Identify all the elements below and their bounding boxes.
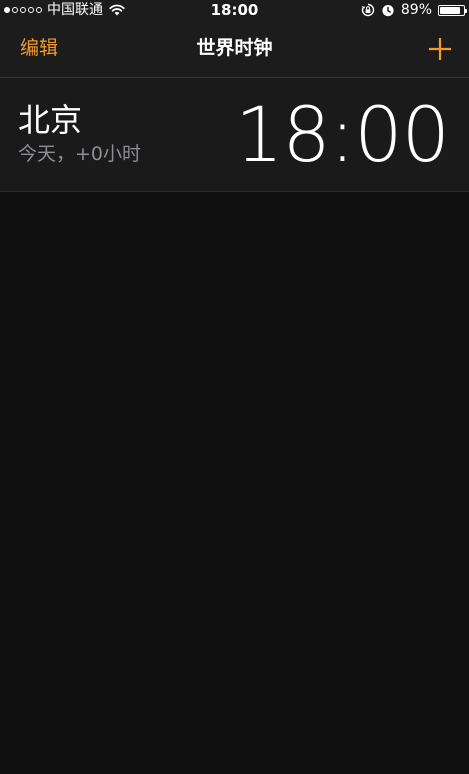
navigation-bar: 编辑 世界时钟	[0, 20, 469, 78]
time-offset: 今天，+0小时	[18, 143, 142, 165]
status-bar: 中国联通 18:00 89%	[0, 0, 469, 20]
clock-list-item[interactable]: 北京 今天，+0小时 18:00	[0, 78, 469, 192]
rotation-lock-icon	[361, 3, 375, 17]
battery-fill	[440, 6, 461, 14]
empty-content-area	[0, 192, 469, 774]
city-time: 18:00	[234, 90, 450, 179]
status-bar-right: 89%	[361, 0, 467, 20]
city-name: 北京	[18, 101, 83, 139]
page-title: 世界时钟	[196, 37, 273, 59]
battery-icon	[438, 4, 467, 16]
plus-icon[interactable]	[427, 36, 453, 62]
battery-percentage: 89%	[400, 2, 432, 18]
alarm-icon	[381, 3, 395, 17]
